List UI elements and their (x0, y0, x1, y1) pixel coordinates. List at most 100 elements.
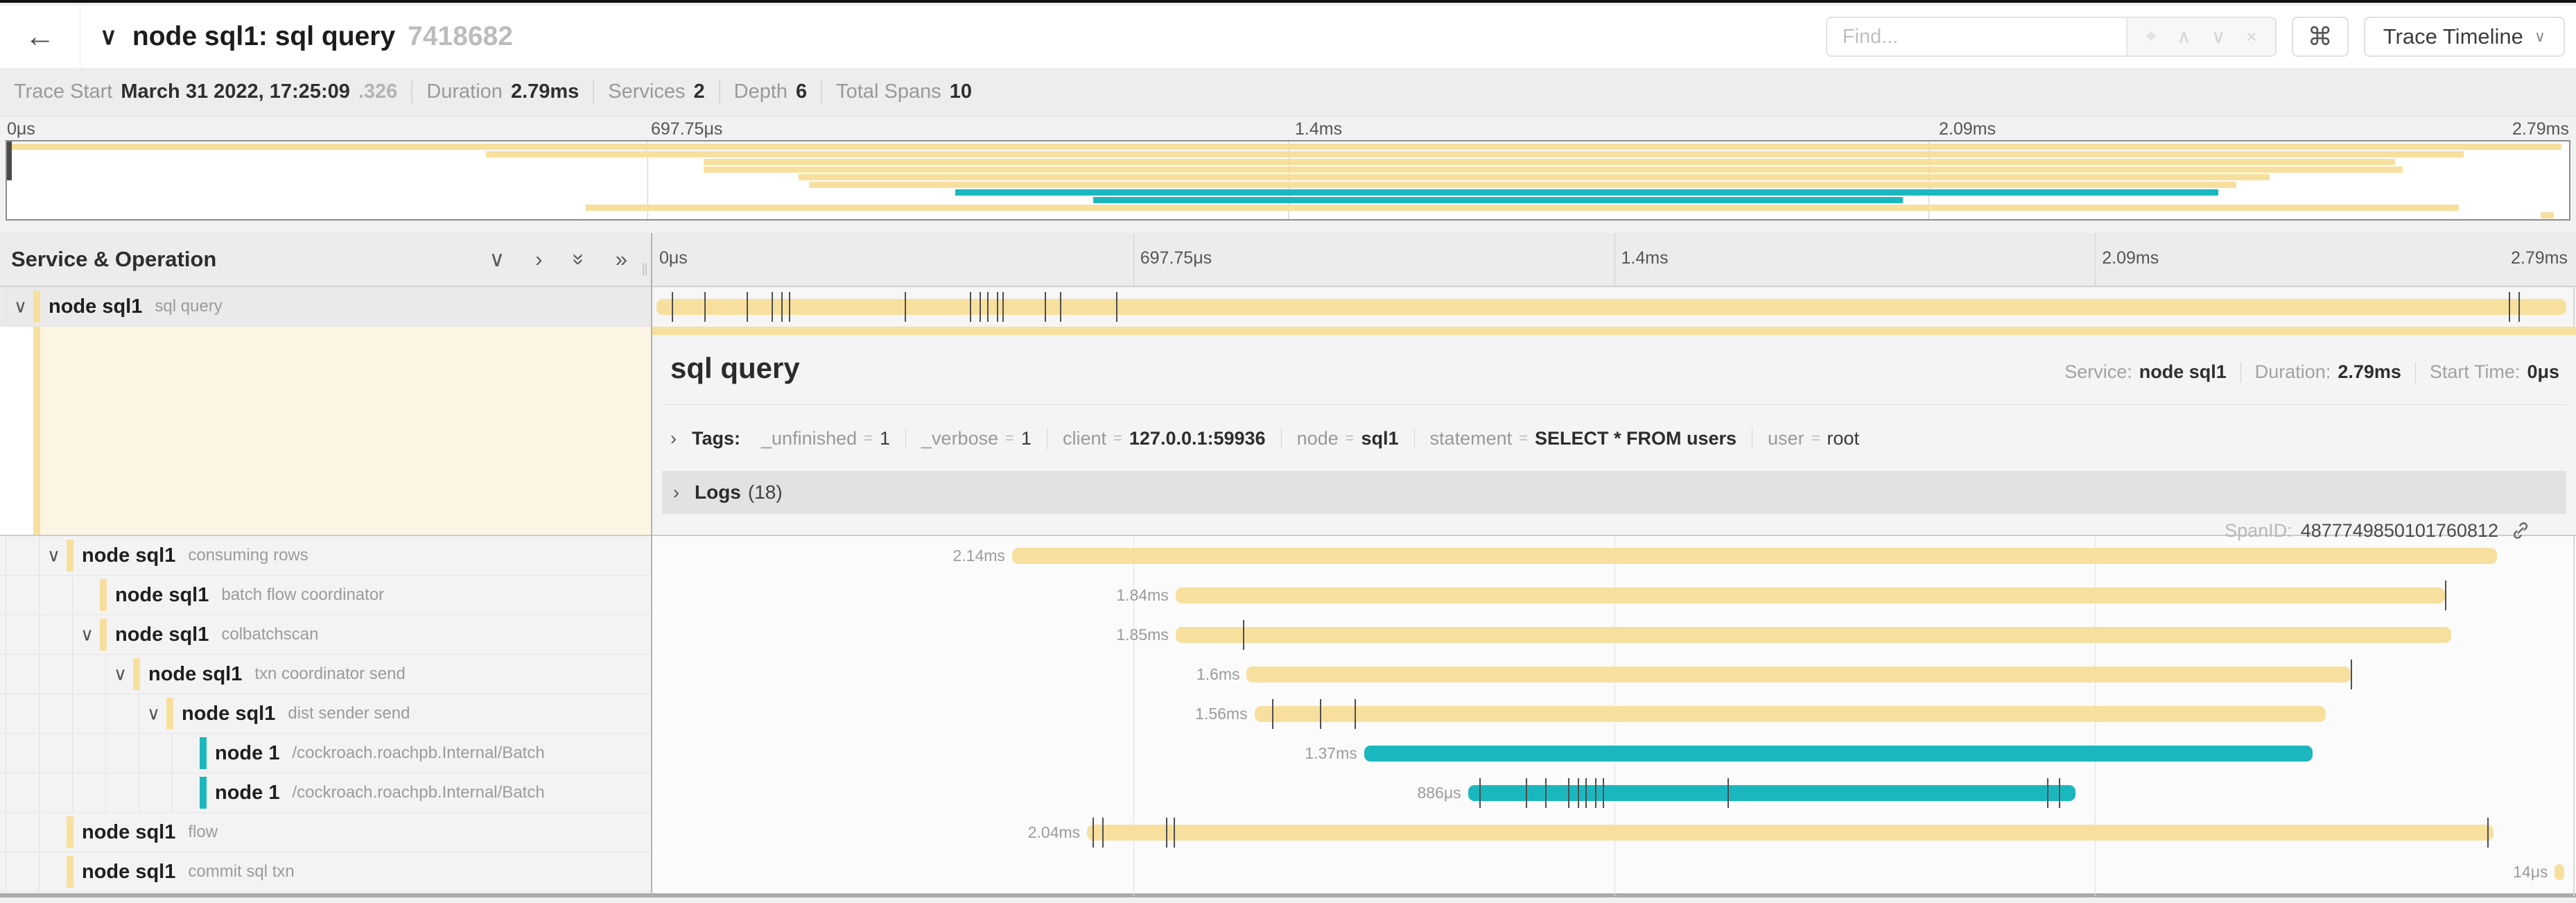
tag-value: 1 (880, 428, 890, 449)
span-operation-name: commit sql txn (188, 862, 294, 882)
link-icon[interactable] (2509, 519, 2532, 542)
log-marker-tick (1568, 778, 1569, 808)
tag-item-statement: statement=SELECT * FROM users (1415, 428, 1752, 449)
tree-depth-guide (72, 773, 73, 812)
span-bar[interactable] (1087, 825, 2494, 841)
span-detail-card: sql query Service: node sql1 Duration: 2… (652, 335, 2576, 535)
collapse-all-icon[interactable]: » (566, 253, 591, 265)
span-bar-cell[interactable]: 2.04ms (652, 813, 2576, 852)
span-tree-item[interactable]: node 1/cockroach.roachpb.Internal/Batch (0, 773, 652, 813)
chevron-right-icon[interactable]: › (670, 428, 677, 449)
tags-row[interactable]: › Tags: _unfinished=1_verbose=1client=12… (670, 420, 1874, 457)
span-tree-item[interactable]: node 1/cockroach.roachpb.Internal/Batch (0, 734, 652, 773)
span-bar-cell[interactable]: 1.85ms (652, 615, 2576, 655)
clear-search-icon[interactable]: × (2246, 26, 2257, 48)
duration-value: 2.79ms (511, 80, 579, 103)
log-marker-tick (2445, 580, 2446, 610)
minimap-canvas[interactable] (6, 140, 2570, 221)
span-color-bar (100, 579, 107, 611)
minimap-span-strip (1093, 197, 1903, 203)
log-marker-tick (987, 292, 989, 322)
trace-title: node sql1: sql query (132, 22, 395, 52)
tag-key: user (1768, 428, 1804, 449)
span-bar-cell[interactable]: 2.14ms (652, 536, 2576, 576)
divider (662, 404, 2566, 405)
collapse-trace-icon[interactable]: ∨ (100, 23, 117, 51)
column-header: Service & Operation ∨ › » » ‖ 0μs697.75μ… (0, 233, 2576, 287)
tree-depth-guide (39, 615, 40, 654)
chevron-down-icon[interactable]: ∨ (114, 664, 127, 685)
span-operation-name: /cockroach.roachpb.Internal/Batch (292, 743, 544, 763)
chevron-down-icon[interactable]: ∨ (14, 296, 27, 318)
span-bar[interactable] (1176, 587, 2446, 603)
tree-depth-guide (105, 773, 106, 812)
trace-info-bar: Trace Start March 31 2022, 17:25:09.326 … (0, 68, 2576, 117)
horizontal-scrollbar[interactable] (0, 893, 2576, 897)
span-bar-cell[interactable]: 14μs (652, 852, 2576, 892)
minimap-left-drag-handle[interactable] (7, 141, 12, 180)
span-tree-item[interactable]: ∨node sql1dist sender send (0, 694, 652, 734)
expand-all-icon[interactable]: » (616, 247, 627, 272)
span-bar-cell[interactable]: 1.6ms (652, 655, 2576, 694)
span-tree-item[interactable]: node sql1flow (0, 813, 652, 852)
chevron-down-icon[interactable]: ∨ (47, 545, 60, 567)
locate-icon[interactable]: ⌖ (2146, 26, 2156, 48)
span-bar[interactable] (1176, 627, 2451, 643)
logs-row[interactable]: › Logs (18) (662, 471, 2566, 514)
span-tree-item[interactable]: ∨node sql1txn coordinator send (0, 655, 652, 694)
depth-value: 6 (796, 80, 807, 103)
back-button[interactable]: ← (0, 6, 80, 68)
span-detail-body: sql query Service: node sql1 Duration: 2… (652, 327, 2576, 535)
chevron-right-icon[interactable]: › (673, 482, 679, 504)
tree-depth-guide (172, 734, 173, 773)
span-tree-item[interactable]: node sql1commit sql txn (0, 852, 652, 892)
find-input[interactable]: Find... (1827, 26, 2126, 49)
span-color-bar (166, 698, 173, 730)
chevron-down-icon[interactable]: ∨ (147, 703, 160, 725)
pane-resize-divider[interactable] (651, 233, 652, 896)
selected-span-bar[interactable] (652, 327, 2576, 335)
span-duration-label: 1.84ms (1116, 576, 1168, 615)
span-color-bar (67, 816, 73, 848)
log-marker-tick (2518, 292, 2520, 322)
span-bar-cell[interactable]: 1.56ms (652, 694, 2576, 734)
minimap-tick-label: 2.09ms (1939, 119, 1996, 139)
span-bar-cell[interactable] (652, 287, 2576, 327)
prev-result-icon[interactable]: ∧ (2177, 26, 2191, 48)
span-bar[interactable] (1468, 785, 2076, 801)
log-marker-tick (905, 292, 906, 322)
find-box[interactable]: Find... ⌖ ∧ ∨ × (1826, 17, 2277, 57)
span-tree-item[interactable]: ∨node sql1consuming rows (0, 536, 652, 576)
span-bar[interactable] (1364, 746, 2313, 762)
span-bar[interactable] (1012, 548, 2497, 564)
next-result-icon[interactable]: ∨ (2211, 26, 2225, 48)
logs-count: (18) (748, 481, 783, 504)
keyboard-shortcuts-button[interactable]: ⌘ (2292, 17, 2349, 57)
view-selector-button[interactable]: Trace Timeline ∨ (2364, 17, 2565, 57)
log-marker-tick (704, 292, 706, 322)
column-resizer-grip[interactable]: ‖ (641, 261, 648, 280)
span-bar[interactable] (1255, 706, 2326, 722)
span-tree-item[interactable]: node sql1batch flow coordinator (0, 576, 652, 615)
span-bar-cell[interactable]: 1.84ms (652, 576, 2576, 615)
span-row-commit-sql-txn: node sql1commit sql txn14μs (0, 852, 2576, 892)
span-tree-item[interactable]: ∨node sql1colbatchscan (0, 615, 652, 655)
span-row-colbatchscan: ∨node sql1colbatchscan1.85ms (0, 615, 2576, 655)
tree-depth-guide (72, 734, 73, 773)
expand-one-icon[interactable]: › (535, 247, 542, 272)
log-marker-tick (781, 292, 783, 322)
span-bar-cell[interactable]: 886μs (652, 773, 2576, 813)
chevron-down-icon[interactable]: ∨ (80, 624, 94, 646)
span-bar[interactable] (1246, 666, 2351, 682)
span-color-bar (67, 540, 73, 571)
span-bar[interactable] (2555, 864, 2564, 880)
log-marker-tick (1320, 699, 1321, 729)
span-tree-item[interactable]: ∨node sql1sql query (0, 287, 652, 327)
span-bar[interactable] (656, 299, 2567, 315)
service-operation-title: Service & Operation (11, 247, 216, 272)
trace-title-wrap[interactable]: ∨ node sql1: sql query 7418682 (100, 22, 513, 52)
span-bar-cell[interactable]: 1.37ms (652, 734, 2576, 773)
span-id-row: SpanID: 4877749850101760812 (2225, 519, 2532, 542)
collapse-one-icon[interactable]: ∨ (489, 247, 505, 272)
log-marker-tick (1174, 818, 1175, 848)
